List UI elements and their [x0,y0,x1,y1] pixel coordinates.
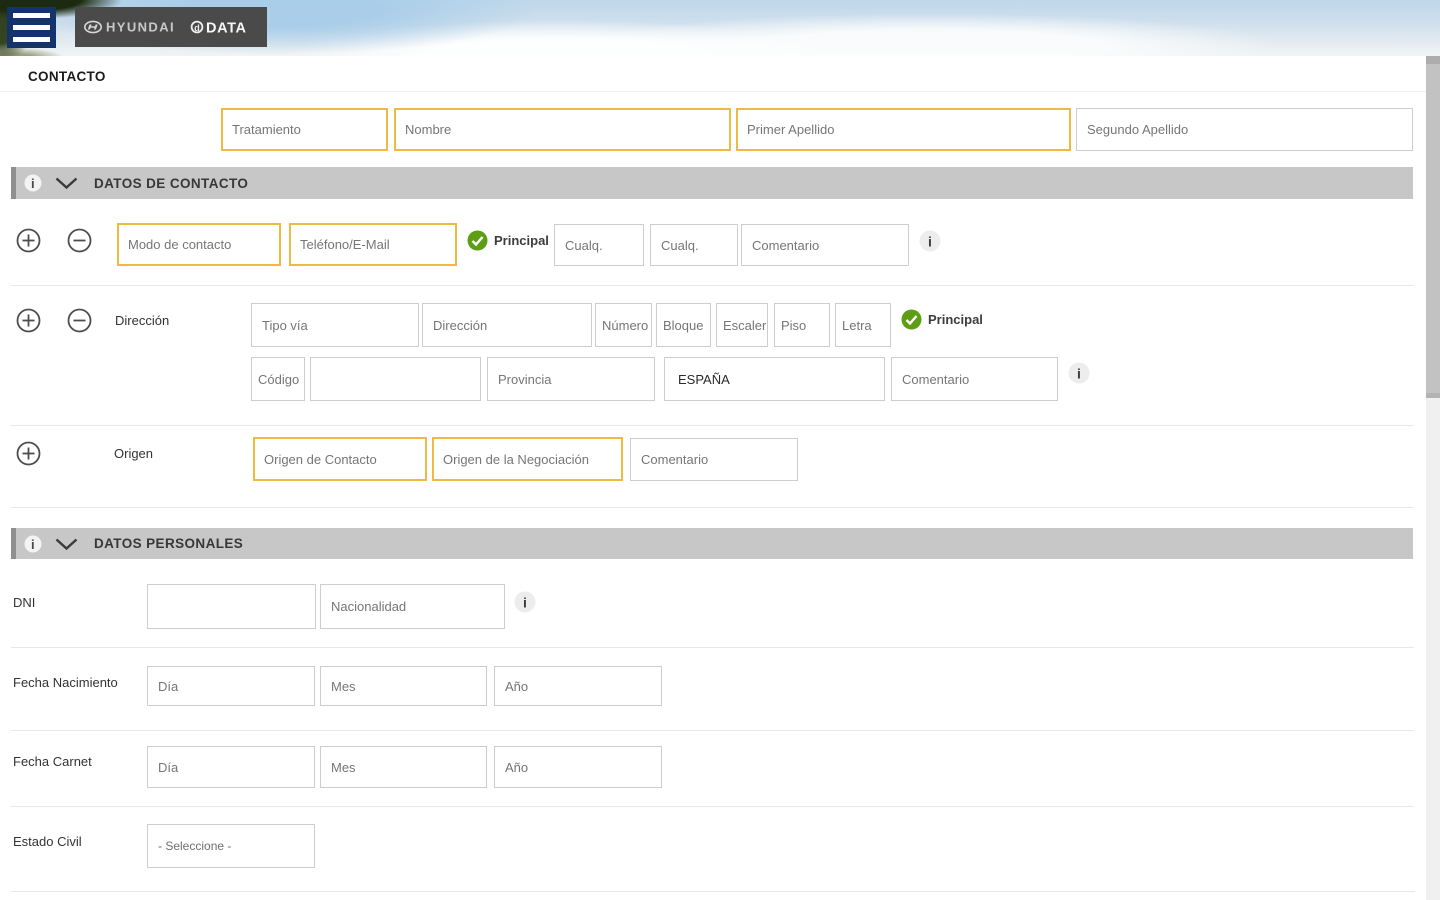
svg-text:HYUNDAI: HYUNDAI [106,20,175,35]
svg-text:i: i [928,234,932,250]
svg-text:DATA: DATA [206,21,247,37]
svg-text:i: i [31,537,35,552]
svg-text:i: i [523,595,527,611]
svg-text:i: i [31,176,35,191]
svg-text:i: i [1077,366,1081,382]
svg-text:d: d [194,23,200,33]
